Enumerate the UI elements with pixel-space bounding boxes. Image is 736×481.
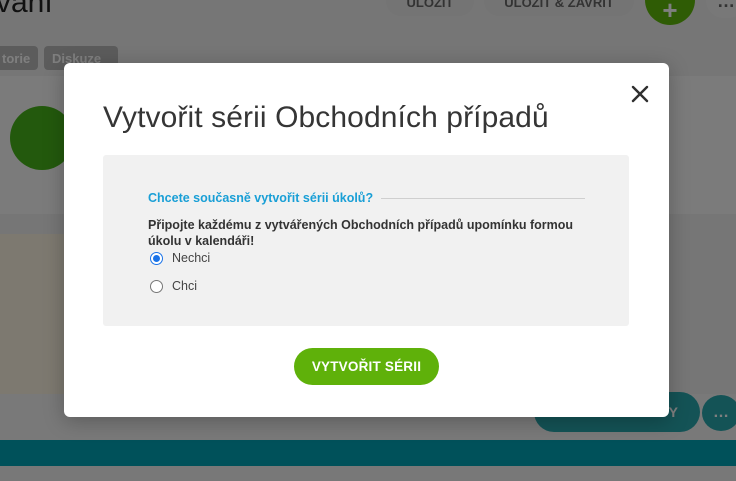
radio-button-yes[interactable] (150, 279, 163, 293)
create-series-button[interactable]: VYTVOŘIT SÉRII (294, 348, 439, 385)
section-divider (381, 197, 585, 199)
option-no-label: Nechci (172, 251, 211, 265)
close-button[interactable] (625, 79, 655, 109)
option-no[interactable]: Nechci (150, 251, 210, 265)
create-series-dialog: Vytvořit sérii Obchodních případů Chcete… (64, 63, 669, 417)
task-series-section: Chcete současně vytvořit sérii úkolů? Př… (103, 155, 629, 326)
option-yes-label: Chci (172, 279, 198, 293)
section-description: Připojte každému z vytvářených Obchodníc… (148, 218, 574, 248)
section-header: Chcete současně vytvořit sérii úkolů? (148, 190, 585, 206)
dialog-title: Vytvořit sérii Obchodních případů (103, 101, 549, 134)
section-title: Chcete současně vytvořit sérii úkolů? (148, 191, 374, 205)
option-yes[interactable]: Chci (150, 279, 197, 293)
close-icon (631, 85, 649, 103)
radio-button-no[interactable] (150, 251, 163, 265)
